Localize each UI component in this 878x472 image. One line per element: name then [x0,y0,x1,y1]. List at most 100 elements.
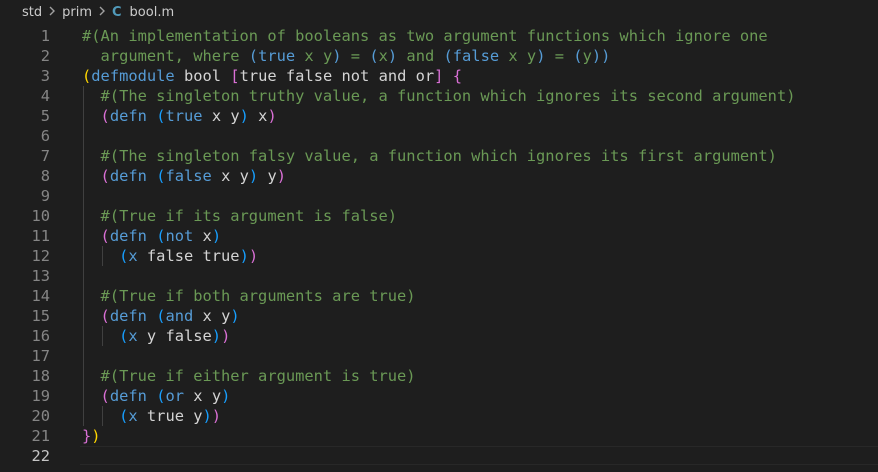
code-line[interactable]: 8 (defn (false x y) y) [0,166,878,186]
code-line[interactable]: 18 #(True if either argument is true) [0,366,878,386]
code-line[interactable]: 14 #(True if both arguments are true) [0,286,878,306]
code-token: #(An implementation of booleans as two a… [82,27,768,45]
code-token: defn [109,227,147,245]
breadcrumb-item-prim[interactable]: prim [62,5,92,20]
code-token: ( [119,327,129,345]
code-token: ( [573,47,583,65]
code-line-text: #(An implementation of booleans as two a… [82,26,768,46]
code-line[interactable]: 3 (defmodule bool [true false not and or]… [0,66,878,86]
line-number: 17 [31,347,50,365]
code-line[interactable]: 5 (defn (true x y) x) [0,106,878,126]
code-token: ( [100,307,110,325]
code-token: defn [109,107,147,125]
breadcrumb-item-file[interactable]: bool.m [130,5,175,20]
code-line[interactable]: 11 (defn (not x) [0,226,878,246]
code-token: ( [119,247,129,265]
code-line[interactable]: 16 (x y false)) [0,326,878,346]
code-line[interactable]: 13 [0,266,878,286]
code-token: false [165,167,212,185]
code-token: )) [591,47,611,65]
line-number: 1 [40,27,50,45]
code-token: defn [109,387,147,405]
code-line[interactable]: 4 #(The singleton truthy value, a functi… [0,86,878,106]
code-line-text: (defn (or x y) [82,386,231,406]
code-line-text: #(True if either argument is true) [82,366,416,386]
code-line-text: (defn (true x y) x) [82,106,277,126]
code-token: true false not and or [239,67,435,85]
code-token: ( [82,67,92,85]
code-token: y false [137,327,212,345]
code-line[interactable]: 10 #(True if its argument is false) [0,206,878,226]
line-number: 6 [40,127,50,145]
code-line[interactable]: 12 (x false true)) [0,246,878,266]
code-token: ) [211,227,222,245]
code-line[interactable]: 22 [0,446,878,466]
code-token: ) [248,247,259,265]
code-token: = [341,47,370,65]
line-number: 21 [31,427,50,445]
code-token: ( [119,407,129,425]
code-line-text: (defn (false x y) y) [82,166,286,186]
code-line[interactable]: 1 #(An implementation of booleans as two … [0,26,878,46]
code-line[interactable]: 9 [0,186,878,206]
code-line-text: (defn (not x) [82,226,222,246]
code-token: x [193,227,212,245]
line-number: 14 [31,287,50,305]
code-line[interactable]: 6 [0,126,878,146]
code-token: and [165,307,194,325]
chevron-right-icon [98,5,106,20]
code-token: } [82,427,92,445]
code-token: #(True if either argument is true) [82,367,416,385]
code-token: x y [193,307,231,325]
breadcrumb-item-std[interactable]: std [22,5,42,20]
code-token: ) [276,167,286,185]
code-token: ) [221,387,231,405]
code-token: [ [230,67,240,85]
line-number: 10 [31,207,50,225]
code-token: ) [91,427,101,445]
code-line[interactable]: 15 (defn (and x y) [0,306,878,326]
code-token: x y [499,47,537,65]
code-token: ) [211,327,222,345]
code-line-text: (x y false)) [82,326,230,346]
code-line[interactable]: 20 (x true y)) [0,406,878,426]
code-line-text: #(True if its argument is false) [82,206,398,226]
code-token: ) [248,167,259,185]
code-token: { [452,67,463,85]
current-line-highlight [80,446,878,465]
code-line-text: (x true y)) [82,406,221,426]
code-line[interactable]: 7 #(The singleton falsy value, a functio… [0,146,878,166]
code-line[interactable]: 2 argument, where (true x y) = (x) and (… [0,46,878,66]
code-token: x y [184,387,222,405]
code-editor[interactable]: std prim C bool.m 1 #(An implementation o… [0,0,878,472]
code-token: x [248,107,268,125]
code-line[interactable]: 19 (defn (or x y) [0,386,878,406]
code-token: ) [332,47,342,65]
code-line-text: (defmodule bool [true false not and or] … [82,66,462,86]
code-token: ( [100,227,110,245]
code-token: or [165,387,185,405]
code-token: true y [137,407,203,425]
line-number: 3 [40,67,50,85]
code-token: ( [100,107,110,125]
code-token: x y [211,167,249,185]
line-number: 22 [31,447,50,465]
code-line[interactable]: 21}) [0,426,878,446]
line-number: 13 [31,267,50,285]
code-token: ) [267,107,277,125]
code-token: #(True if its argument is false) [82,207,398,225]
code-token: x [128,247,138,265]
code-line[interactable]: 17 [0,346,878,366]
code-token: #(The singleton falsy value, a function … [82,147,777,165]
code-area[interactable]: 1 #(An implementation of booleans as two … [0,26,878,466]
code-token: ) [211,407,222,425]
code-token: ) [387,47,398,65]
